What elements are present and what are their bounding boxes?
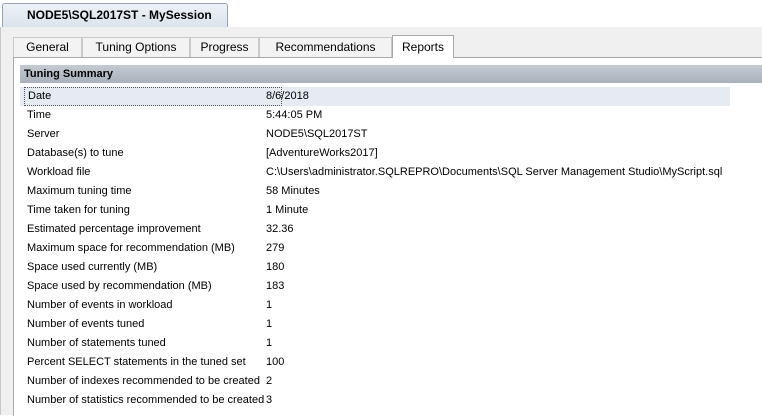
summary-row-label: Space used currently (MB) (27, 261, 158, 273)
summary-row-value: 1 (266, 337, 273, 349)
summary-row-label: Maximum space for recommendation (MB) (27, 242, 235, 254)
reports-panel: Tuning Summary Date 8/6/2018 Time 5:44:05 P… (13, 57, 762, 416)
summary-row[interactable]: Percent SELECT statements in the tuned s… (20, 353, 730, 372)
summary-row-label: Workload file (27, 166, 91, 178)
summary-row-label: Server (27, 128, 60, 140)
summary-row-label: Date (24, 87, 282, 106)
summary-row-label: Maximum tuning time (27, 185, 132, 197)
summary-row[interactable]: Maximum tuning time 58 Minutes (20, 182, 730, 201)
summary-row-value: 32.36 (266, 223, 294, 235)
summary-row-value: 100 (266, 356, 285, 368)
tab-recommendations[interactable]: Recommendations (259, 37, 392, 57)
summary-row-label: Database(s) to tune (27, 147, 124, 159)
summary-row[interactable]: Estimated percentage improvement 32.36 (20, 220, 730, 239)
document-tab-strip: NODE5\SQL2017ST - MySession (0, 0, 762, 28)
summary-row-label: Space used by recommendation (MB) (27, 280, 212, 292)
summary-row[interactable]: Number of statistics recommended to be c… (20, 391, 730, 410)
summary-row[interactable]: Space used currently (MB) 180 (20, 258, 730, 277)
tab-general[interactable]: General (13, 37, 82, 57)
summary-row-label: Number of events tuned (27, 318, 145, 330)
session-window: General Tuning Options Progress Recommen… (0, 27, 762, 416)
summary-row-label: Time taken for tuning (27, 204, 130, 216)
summary-row[interactable]: Workload file C:\Users\administrator.SQLR… (20, 163, 730, 182)
summary-row-label: Estimated percentage improvement (27, 223, 201, 235)
summary-row-value: 2 (266, 375, 273, 387)
summary-row-value: 5:44:05 PM (266, 109, 323, 121)
tab-progress[interactable]: Progress (190, 37, 259, 57)
tab-tuning-options[interactable]: Tuning Options (82, 37, 190, 57)
summary-row-value: C:\Users\administrator.SQLREPRO\Document… (266, 166, 723, 178)
summary-row[interactable]: Server NODE5\SQL2017ST (20, 125, 730, 144)
summary-row[interactable]: Number of events in workload 1 (20, 296, 730, 315)
summary-row-label: Percent SELECT statements in the tuned s… (27, 356, 246, 368)
summary-row[interactable]: Database(s) to tune [AdventureWorks2017] (20, 144, 730, 163)
summary-row-label: Number of events in workload (27, 299, 173, 311)
document-tab[interactable]: NODE5\SQL2017ST - MySession (2, 3, 228, 27)
summary-row-value: NODE5\SQL2017ST (266, 128, 368, 140)
summary-row-label: Number of statements tuned (27, 337, 166, 349)
summary-row[interactable]: Number of indexes recommended to be crea… (20, 372, 730, 391)
summary-row[interactable]: Number of events tuned 1 (20, 315, 730, 334)
summary-row-value: 279 (266, 242, 285, 254)
summary-row-label: Number of statistics recommended to be c… (27, 394, 265, 406)
summary-row[interactable]: Maximum space for recommendation (MB) 279 (20, 239, 730, 258)
summary-row[interactable]: Time taken for tuning 1 Minute (20, 201, 730, 220)
summary-row[interactable]: Number of statements tuned 1 (20, 334, 730, 353)
summary-row-value: 8/6/2018 (266, 90, 309, 102)
summary-row-value: 1 (266, 299, 273, 311)
summary-row[interactable]: Time 5:44:05 PM (20, 106, 730, 125)
summary-row-value: 180 (266, 261, 285, 273)
summary-row-value: 1 (266, 318, 273, 330)
summary-row[interactable]: Space used by recommendation (MB) 183 (20, 277, 730, 296)
summary-row[interactable]: Date 8/6/2018 (20, 87, 730, 106)
tuning-summary-header[interactable]: Tuning Summary (20, 65, 762, 83)
tab-reports[interactable]: Reports (392, 35, 454, 58)
summary-row-value: 1 Minute (266, 204, 309, 216)
summary-row-value: 183 (266, 280, 285, 292)
summary-row-label: Time (27, 109, 52, 121)
tuning-summary-grid: Date 8/6/2018 Time 5:44:05 PM Server NODE5\SQ… (20, 87, 730, 410)
summary-row-label: Number of indexes recommended to be crea… (27, 375, 260, 387)
summary-row-value: 3 (266, 394, 273, 406)
summary-row-value: [AdventureWorks2017] (266, 147, 378, 159)
summary-row-value: 58 Minutes (266, 185, 320, 197)
